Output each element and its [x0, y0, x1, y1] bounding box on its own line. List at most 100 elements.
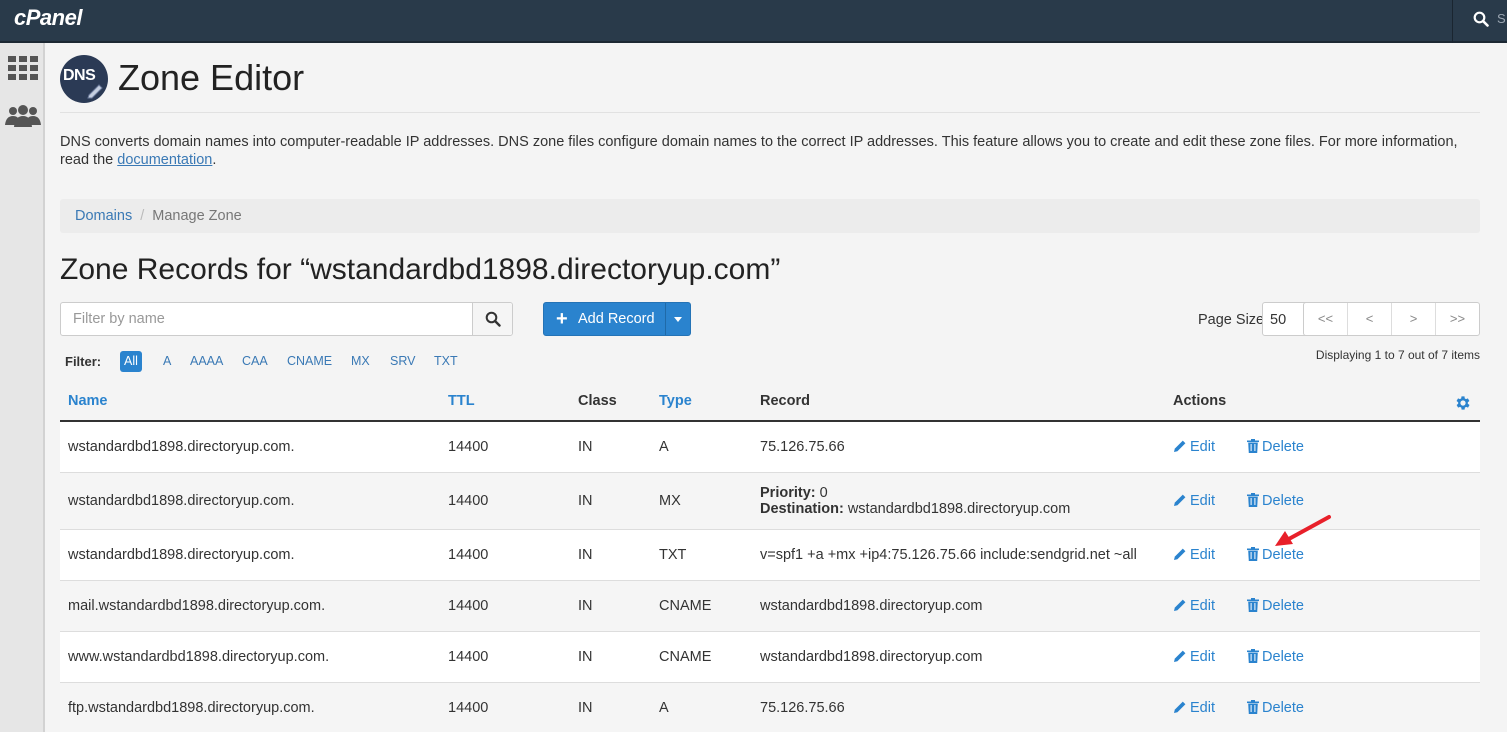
trash-icon	[1247, 438, 1260, 453]
page-description: DNS converts domain names into computer-…	[60, 133, 1480, 169]
edit-button[interactable]: Edit	[1173, 700, 1215, 716]
pager-last-button[interactable]: >>	[1436, 303, 1479, 335]
record-type: A	[651, 420, 752, 472]
documentation-link[interactable]: documentation	[117, 152, 212, 168]
column-header-ttl[interactable]: TTL	[440, 382, 570, 422]
record-class: IN	[570, 630, 651, 682]
edit-label: Edit	[1190, 492, 1215, 509]
delete-button[interactable]: Delete	[1247, 597, 1304, 614]
add-record-dropdown-toggle[interactable]	[665, 303, 690, 335]
filter-search-button[interactable]	[472, 303, 512, 335]
page-title: Zone Editor	[118, 57, 305, 98]
record-type: CNAME	[651, 579, 752, 631]
record-value: v=spf1 +a +mx +ip4:75.126.75.66 include:…	[752, 528, 1165, 580]
record-name: ftp.wstandardbd1898.directoryup.com.	[60, 681, 440, 732]
users-icon[interactable]	[5, 105, 41, 127]
column-header-class: Class	[570, 382, 651, 422]
left-sidebar	[0, 43, 45, 732]
delete-label: Delete	[1262, 438, 1304, 455]
edit-button[interactable]: Edit	[1173, 493, 1215, 509]
pencil-icon	[1174, 494, 1186, 506]
record-class: IN	[570, 579, 651, 631]
record-type: MX	[651, 471, 752, 529]
gear-icon[interactable]	[1454, 394, 1472, 412]
record-type: TXT	[651, 528, 752, 580]
delete-button[interactable]: Delete	[1247, 648, 1304, 665]
top-search[interactable]: S	[1452, 0, 1507, 43]
zone-records-heading: Zone Records for “wstandardbd1898.direct…	[60, 253, 781, 286]
description-end: .	[212, 152, 217, 168]
record-actions: Edit Delete	[1165, 420, 1480, 472]
delete-label: Delete	[1262, 648, 1304, 665]
pencil-icon	[87, 84, 103, 99]
filter-by-name-input[interactable]	[61, 303, 471, 335]
cpanel-logo[interactable]: cPanel	[14, 5, 82, 31]
table-row: ftp.wstandardbd1898.directoryup.com. 144…	[60, 681, 1480, 732]
plus-icon: +	[556, 308, 568, 330]
pager-prev-button[interactable]: <	[1348, 303, 1392, 335]
breadcrumb-domains-link[interactable]: Domains	[75, 208, 132, 224]
filter-aaaa[interactable]: AAAA	[186, 351, 227, 372]
zone-records-table: Name TTL Class Type Record Actions wstan…	[60, 382, 1480, 732]
breadcrumb-current: Manage Zone	[152, 208, 242, 224]
edit-label: Edit	[1190, 438, 1215, 455]
add-record-button[interactable]: + Add Record	[543, 302, 691, 336]
search-icon	[485, 311, 501, 327]
edit-button[interactable]: Edit	[1173, 547, 1215, 563]
filter-a[interactable]: A	[159, 351, 175, 372]
delete-button[interactable]: Delete	[1247, 438, 1304, 455]
column-header-name[interactable]: Name	[60, 382, 440, 422]
mx-destination: Destination: wstandardbd1898.directoryup…	[760, 501, 1157, 517]
delete-button[interactable]: Delete	[1247, 492, 1304, 509]
delete-label: Delete	[1262, 492, 1304, 509]
top-navbar: cPanel S	[0, 0, 1507, 43]
destination-value: wstandardbd1898.directoryup.com	[847, 500, 1071, 517]
column-header-type[interactable]: Type	[651, 382, 752, 422]
page-size-label: Page Size	[1198, 312, 1265, 328]
caret-down-icon	[674, 317, 682, 322]
filter-txt[interactable]: TXT	[430, 351, 462, 372]
apps-grid-icon[interactable]	[8, 56, 38, 80]
delete-label: Delete	[1262, 597, 1304, 614]
table-header-row: Name TTL Class Type Record Actions	[60, 382, 1480, 422]
filter-srv[interactable]: SRV	[386, 351, 419, 372]
pencil-icon	[1174, 701, 1186, 713]
table-row: mail.wstandardbd1898.directoryup.com. 14…	[60, 579, 1480, 631]
edit-label: Edit	[1190, 648, 1215, 665]
column-header-actions: Actions	[1165, 382, 1480, 422]
search-icon[interactable]	[1473, 11, 1489, 27]
pencil-icon	[1174, 599, 1186, 611]
delete-label: Delete	[1262, 699, 1304, 716]
delete-button[interactable]: Delete	[1247, 699, 1304, 716]
breadcrumb: Domains / Manage Zone	[60, 199, 1480, 233]
table-row: wstandardbd1898.directoryup.com. 14400 I…	[60, 528, 1480, 580]
column-header-record: Record	[752, 382, 1165, 422]
record-class: IN	[570, 681, 651, 732]
filter-search-group	[60, 302, 513, 336]
record-actions: Edit Delete	[1165, 681, 1480, 732]
edit-label: Edit	[1190, 546, 1215, 563]
priority-label: Priority:	[760, 484, 816, 501]
pager-first-button[interactable]: <<	[1304, 303, 1348, 335]
edit-button[interactable]: Edit	[1173, 439, 1215, 455]
edit-button[interactable]: Edit	[1173, 598, 1215, 614]
record-name: wstandardbd1898.directoryup.com.	[60, 420, 440, 472]
filter-mx[interactable]: MX	[347, 351, 374, 372]
record-value: wstandardbd1898.directoryup.com	[752, 630, 1165, 682]
main-content: DNS Zone Editor DNS converts domain name…	[60, 43, 1480, 732]
pager-next-button[interactable]: >	[1392, 303, 1436, 335]
destination-label: Destination:	[760, 500, 844, 517]
trash-icon	[1247, 492, 1260, 507]
record-ttl: 14400	[440, 420, 570, 472]
filter-label: Filter:	[65, 354, 102, 369]
filter-cname[interactable]: CNAME	[283, 351, 336, 372]
record-ttl: 14400	[440, 528, 570, 580]
dns-icon: DNS	[60, 55, 108, 103]
filter-all[interactable]: All	[120, 351, 142, 372]
table-row: www.wstandardbd1898.directoryup.com. 144…	[60, 630, 1480, 682]
edit-button[interactable]: Edit	[1173, 649, 1215, 665]
trash-icon	[1247, 546, 1260, 561]
displaying-count: Displaying 1 to 7 out of 7 items	[1315, 348, 1480, 362]
record-value: 75.126.75.66	[752, 681, 1165, 732]
filter-caa[interactable]: CAA	[238, 351, 272, 372]
